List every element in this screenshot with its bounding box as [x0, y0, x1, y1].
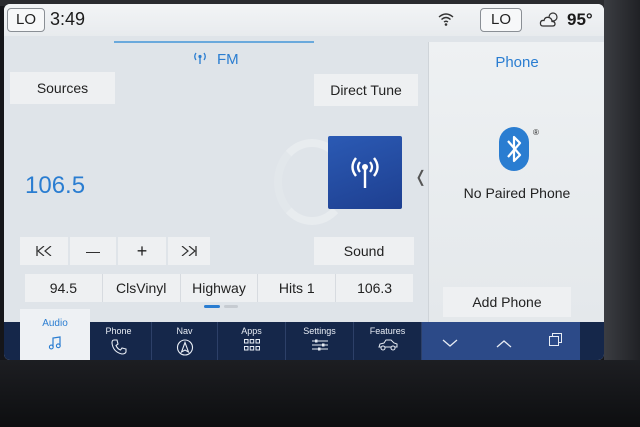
- preset-page-indicator: [204, 305, 244, 309]
- nav-label: Phone: [105, 326, 132, 336]
- chevron-up-icon[interactable]: [496, 335, 512, 353]
- bottom-nav: Phone Nav Apps Settings Features: [4, 322, 604, 360]
- infotainment-screen: LO 3:49 LO 95° FM Sources Direct Tune 10…: [4, 4, 604, 360]
- weather-cloud-icon: [539, 11, 561, 34]
- nav-apps[interactable]: Apps: [218, 322, 286, 360]
- sources-button[interactable]: Sources: [10, 72, 115, 104]
- radio-antenna-icon: [193, 51, 207, 70]
- preset-2[interactable]: ClsVinyl: [103, 274, 181, 302]
- nav-features[interactable]: Features: [354, 322, 422, 360]
- tune-up-button[interactable]: +: [118, 237, 166, 265]
- bezel-bottom: [0, 360, 640, 427]
- sliders-icon: [311, 339, 328, 351]
- phone-icon: [110, 339, 127, 355]
- bluetooth-icon: [499, 127, 529, 171]
- page-dot-active: [204, 305, 220, 308]
- nav-audio[interactable]: Audio: [20, 309, 90, 360]
- nav-label: Audio: [42, 318, 68, 329]
- registered-mark-icon: ®: [533, 128, 539, 137]
- preset-4[interactable]: Hits 1: [258, 274, 337, 302]
- phone-status: No Paired Phone: [463, 185, 571, 201]
- nav-settings[interactable]: Settings: [286, 322, 354, 360]
- direct-tune-button[interactable]: Direct Tune: [314, 74, 418, 106]
- nav-label: Apps: [241, 326, 262, 336]
- station-art: [328, 136, 402, 209]
- band-title: FM: [217, 51, 239, 68]
- nav-navigation[interactable]: Nav: [152, 322, 218, 360]
- seek-back-button[interactable]: [20, 237, 68, 265]
- radio-antenna-icon: [348, 154, 382, 195]
- page-dot: [224, 305, 238, 308]
- navigation-arrow-icon: [176, 339, 193, 356]
- car-icon: [377, 339, 397, 351]
- tune-down-button[interactable]: —: [70, 237, 116, 265]
- nav-label: Features: [369, 326, 406, 336]
- clock: 3:49: [50, 9, 86, 29]
- station-frequency: 106.5: [25, 172, 86, 199]
- preset-bar: 94.5 ClsVinyl Highway Hits 1 106.3: [25, 274, 413, 302]
- seek-back-icon: [36, 245, 52, 257]
- sound-button[interactable]: Sound: [314, 237, 414, 265]
- right-temp-button[interactable]: LO: [480, 8, 522, 32]
- nav-label: Settings: [303, 326, 336, 336]
- seek-forward-icon: [181, 245, 197, 257]
- preset-1[interactable]: 94.5: [25, 274, 103, 302]
- chevron-down-icon[interactable]: [442, 335, 458, 353]
- phone-panel: Phone ® No Paired Phone Add Phone: [428, 42, 604, 322]
- fm-indicator-line: [114, 41, 314, 43]
- nav-controls: [422, 322, 580, 360]
- chevron-left-icon[interactable]: ❬: [414, 167, 427, 187]
- status-bar: LO 3:49 LO 95°: [4, 4, 604, 36]
- phone-title: Phone: [495, 54, 539, 71]
- preset-5[interactable]: 106.3: [336, 274, 413, 302]
- nav-label: Nav: [176, 326, 193, 336]
- add-phone-button[interactable]: Add Phone: [443, 287, 571, 317]
- nav-phone[interactable]: Phone: [86, 322, 152, 360]
- outside-temperature: 95°: [567, 10, 593, 29]
- apps-grid-icon: [243, 339, 260, 351]
- left-temp-button[interactable]: LO: [7, 8, 45, 32]
- preset-3[interactable]: Highway: [181, 274, 259, 302]
- wifi-icon: [438, 12, 454, 31]
- multi-window-icon[interactable]: [549, 333, 562, 351]
- seek-forward-button[interactable]: [168, 237, 210, 265]
- music-note-icon: [48, 336, 62, 353]
